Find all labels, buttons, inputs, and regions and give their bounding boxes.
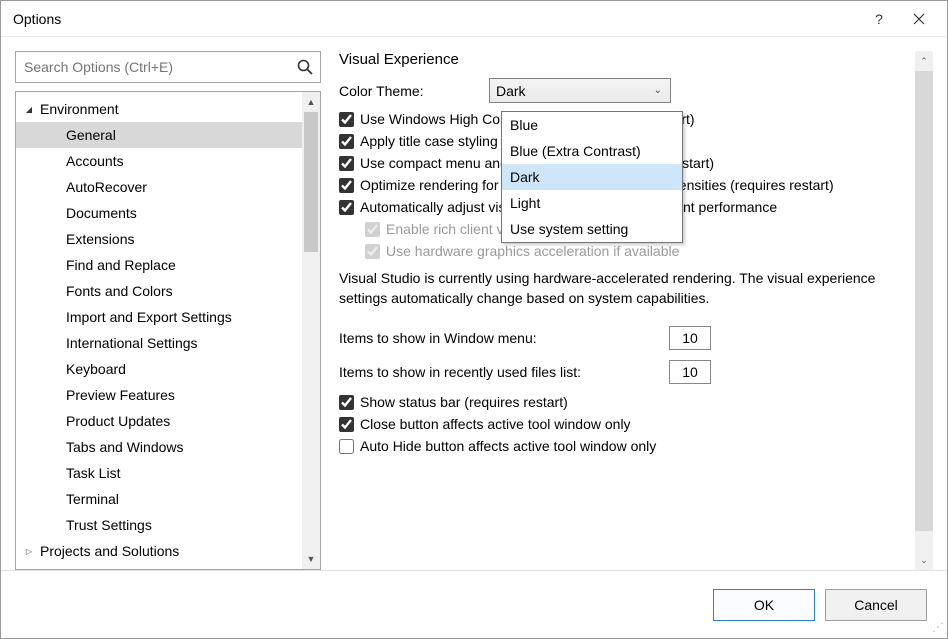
tree-node-international[interactable]: International Settings [16,330,302,356]
tree-node-general[interactable]: General [16,122,302,148]
panel-scrollbar[interactable]: ⌃ ⌄ [915,51,933,570]
checkbox-label: Close button affects active tool window … [360,416,631,432]
expand-icon[interactable] [22,102,36,116]
titlebar: Options ? [1,1,947,37]
tree-label: Fonts and Colors [66,283,173,299]
tree-node-import-export[interactable]: Import and Export Settings [16,304,302,330]
tree-label: Projects and Solutions [40,543,179,559]
tree-label: Extensions [66,231,134,247]
scroll-up-icon[interactable]: ⌃ [915,51,933,71]
close-icon [913,13,925,25]
tree-label: Documents [66,205,137,221]
tree-node-tabs-windows[interactable]: Tabs and Windows [16,434,302,460]
combo-value: Dark [496,83,526,99]
tree-node-keyboard[interactable]: Keyboard [16,356,302,382]
close-button[interactable] [899,1,939,37]
tree-node-accounts[interactable]: Accounts [16,148,302,174]
tree-label: Import and Export Settings [66,309,232,325]
auto-visual-checkbox[interactable] [339,200,354,215]
option-use-system[interactable]: Use system setting [502,216,682,242]
option-blue[interactable]: Blue [502,112,682,138]
option-blue-extra-contrast[interactable]: Blue (Extra Contrast) [502,138,682,164]
tree-label: Environment [40,101,119,117]
tree-label: Terminal [66,491,119,507]
tree-label: Trust Settings [66,517,152,533]
category-tree: Environment General Accounts AutoRecover… [15,91,321,570]
title-case-checkbox[interactable] [339,134,354,149]
recent-files-input[interactable] [669,360,711,384]
color-theme-combo[interactable]: Dark ⌄ [489,78,671,103]
tree-label: Product Updates [66,413,170,429]
window-menu-input[interactable] [669,326,711,350]
tree-label: Preview Features [66,387,175,403]
recent-files-label: Items to show in recently used files lis… [339,364,669,380]
scroll-down-icon[interactable]: ▼ [302,549,320,569]
tree-node-task-list[interactable]: Task List [16,460,302,486]
tree-node-trust-settings[interactable]: Trust Settings [16,512,302,538]
status-bar-checkbox[interactable] [339,395,354,410]
tree-node-documents[interactable]: Documents [16,200,302,226]
tree-label: Find and Replace [66,257,176,273]
tree-label: Tabs and Windows [66,439,184,455]
close-button-checkbox[interactable] [339,417,354,432]
description-text: Visual Studio is currently using hardwar… [339,269,909,308]
ok-button[interactable]: OK [713,589,815,621]
color-theme-dropdown[interactable]: Blue Blue (Extra Contrast) Dark Light Us… [501,111,683,243]
scroll-down-icon[interactable]: ⌄ [915,550,933,570]
search-box[interactable] [15,51,321,83]
tree-node-find-replace[interactable]: Find and Replace [16,252,302,278]
window-title: Options [13,11,61,27]
option-dark[interactable]: Dark [502,164,682,190]
chevron-down-icon: ⌄ [654,85,662,96]
auto-hide-checkbox[interactable] [339,439,354,454]
hardware-accel-checkbox [365,244,380,259]
tree-node-environment[interactable]: Environment [16,96,302,122]
expand-icon[interactable] [22,544,36,558]
tree-scrollbar[interactable]: ▲ ▼ [302,92,320,569]
color-theme-label: Color Theme: [339,83,489,99]
button-bar: OK Cancel [1,570,947,638]
checkbox-label: Auto Hide button affects active tool win… [360,438,656,454]
cancel-button[interactable]: Cancel [825,589,927,621]
tree-label: AutoRecover [66,179,147,195]
tree-label: Keyboard [66,361,126,377]
tree-label: International Settings [66,335,198,351]
search-icon [296,58,314,76]
tree-label: General [66,127,116,143]
scroll-thumb[interactable] [915,71,933,531]
tree-node-preview-features[interactable]: Preview Features [16,382,302,408]
section-header: Visual Experience [339,51,909,68]
search-input[interactable] [16,52,286,82]
tree-node-fonts-colors[interactable]: Fonts and Colors [16,278,302,304]
checkbox-label: Show status bar (requires restart) [360,394,568,410]
tree-node-extensions[interactable]: Extensions [16,226,302,252]
help-button[interactable]: ? [859,1,899,37]
tree-node-product-updates[interactable]: Product Updates [16,408,302,434]
tree-label: Task List [66,465,120,481]
scroll-thumb[interactable] [304,112,318,252]
tree-label: Accounts [66,153,124,169]
rich-client-checkbox [365,222,380,237]
tree-node-terminal[interactable]: Terminal [16,486,302,512]
window-menu-label: Items to show in Window menu: [339,330,669,346]
tree-node-autorecover[interactable]: AutoRecover [16,174,302,200]
option-light[interactable]: Light [502,190,682,216]
scroll-up-icon[interactable]: ▲ [302,92,320,112]
checkbox-label: Use hardware graphics acceleration if av… [386,243,679,259]
optimize-rendering-checkbox[interactable] [339,178,354,193]
compact-menu-checkbox[interactable] [339,156,354,171]
tree-node-projects-solutions[interactable]: Projects and Solutions [16,538,302,564]
high-contrast-checkbox[interactable] [339,112,354,127]
